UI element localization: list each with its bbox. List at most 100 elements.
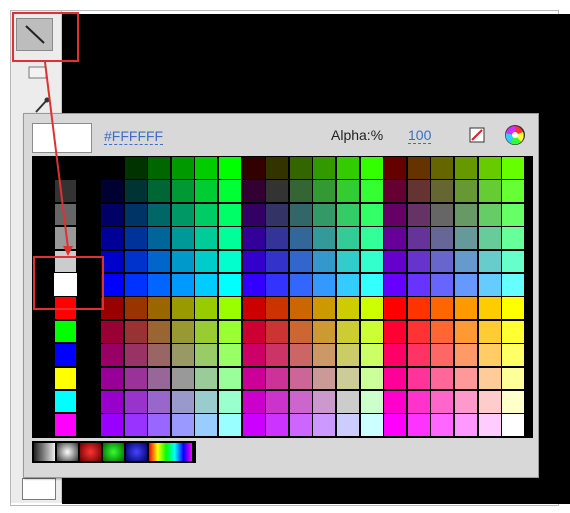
color-swatch[interactable]	[170, 296, 195, 321]
color-swatch[interactable]	[406, 390, 431, 414]
color-swatch[interactable]	[147, 343, 172, 368]
color-swatch[interactable]	[54, 179, 77, 203]
color-swatch[interactable]	[477, 226, 502, 251]
color-swatch[interactable]	[454, 296, 479, 321]
color-swatch[interactable]	[430, 249, 455, 274]
color-swatch[interactable]	[170, 366, 195, 391]
color-swatch[interactable]	[454, 319, 479, 344]
color-swatch[interactable]	[194, 202, 219, 227]
color-swatch[interactable]	[265, 249, 290, 274]
color-swatch[interactable]	[406, 249, 431, 274]
color-swatch[interactable]	[430, 390, 455, 414]
color-swatch[interactable]	[454, 366, 479, 391]
color-swatch[interactable]	[265, 390, 290, 414]
color-swatch[interactable]	[194, 296, 219, 321]
color-swatch[interactable]	[218, 296, 243, 321]
color-swatch[interactable]	[265, 343, 290, 368]
color-swatch[interactable]	[406, 156, 431, 180]
color-swatch[interactable]	[359, 249, 384, 274]
color-swatch[interactable]	[123, 319, 148, 344]
color-swatch[interactable]	[170, 156, 195, 180]
color-swatch[interactable]	[241, 179, 266, 204]
color-swatch[interactable]	[477, 319, 502, 344]
color-swatch[interactable]	[312, 343, 337, 368]
color-swatch[interactable]	[312, 390, 337, 414]
color-swatch[interactable]	[123, 366, 148, 391]
color-swatch[interactable]	[123, 273, 148, 297]
color-swatch[interactable]	[288, 319, 313, 344]
color-swatch[interactable]	[454, 202, 479, 227]
color-swatch[interactable]	[336, 366, 361, 391]
color-swatch[interactable]	[54, 202, 77, 227]
color-swatch[interactable]	[218, 179, 243, 204]
color-swatch[interactable]	[218, 156, 243, 180]
color-swatch[interactable]	[194, 343, 219, 368]
color-swatch[interactable]	[359, 343, 384, 368]
color-swatch[interactable]	[147, 179, 172, 204]
gradient-swatch[interactable]	[33, 442, 56, 462]
color-swatch[interactable]	[218, 343, 243, 368]
color-swatch[interactable]	[501, 156, 526, 180]
color-swatch[interactable]	[477, 202, 502, 227]
color-swatch[interactable]	[454, 226, 479, 251]
color-swatch[interactable]	[54, 319, 77, 344]
color-swatch[interactable]	[54, 413, 77, 437]
color-swatch[interactable]	[241, 319, 266, 344]
color-swatch[interactable]	[477, 249, 502, 274]
color-swatch[interactable]	[288, 202, 313, 227]
color-swatch[interactable]	[288, 273, 313, 297]
color-swatch[interactable]	[383, 273, 408, 297]
color-swatch[interactable]	[54, 343, 77, 367]
color-swatch[interactable]	[218, 202, 243, 227]
color-swatch[interactable]	[501, 179, 526, 204]
color-swatch[interactable]	[194, 156, 219, 180]
color-swatch[interactable]	[288, 413, 313, 438]
color-swatch[interactable]	[100, 366, 125, 391]
color-swatch[interactable]	[170, 249, 195, 274]
color-swatch[interactable]	[170, 179, 195, 204]
color-swatch[interactable]	[430, 226, 455, 251]
color-swatch[interactable]	[218, 226, 243, 251]
color-swatch[interactable]	[218, 273, 243, 297]
color-swatch[interactable]	[430, 296, 455, 321]
color-swatch[interactable]	[430, 179, 455, 204]
color-swatch[interactable]	[123, 202, 148, 227]
color-swatch[interactable]	[501, 226, 526, 251]
color-swatch[interactable]	[383, 249, 408, 274]
color-swatch[interactable]	[501, 343, 526, 368]
color-swatch[interactable]	[218, 249, 243, 274]
color-swatch[interactable]	[336, 413, 361, 438]
color-swatch[interactable]	[312, 202, 337, 227]
color-swatch[interactable]	[430, 319, 455, 344]
color-swatch[interactable]	[147, 366, 172, 391]
color-swatch[interactable]	[288, 179, 313, 204]
color-swatch[interactable]	[383, 296, 408, 321]
color-swatch[interactable]	[265, 156, 290, 180]
color-swatch[interactable]	[170, 413, 195, 438]
color-swatch[interactable]	[501, 413, 526, 438]
color-swatch[interactable]	[241, 413, 266, 438]
color-swatch[interactable]	[336, 296, 361, 321]
color-swatch[interactable]	[54, 156, 77, 180]
color-swatch[interactable]	[170, 202, 195, 227]
color-swatch[interactable]	[359, 273, 384, 297]
color-swatch[interactable]	[501, 202, 526, 227]
color-swatch[interactable]	[454, 273, 479, 297]
color-swatch[interactable]	[406, 273, 431, 297]
color-swatch[interactable]	[477, 366, 502, 391]
color-swatch[interactable]	[241, 226, 266, 251]
color-swatch[interactable]	[194, 319, 219, 344]
color-swatch[interactable]	[241, 296, 266, 321]
color-swatch[interactable]	[265, 366, 290, 391]
color-swatch[interactable]	[241, 343, 266, 368]
color-swatch[interactable]	[359, 296, 384, 321]
color-swatch[interactable]	[454, 390, 479, 414]
color-swatch[interactable]	[123, 296, 148, 321]
color-swatch[interactable]	[288, 296, 313, 321]
color-swatch[interactable]	[288, 156, 313, 180]
color-swatch[interactable]	[170, 319, 195, 344]
hex-color-input[interactable]: #FFFFFF	[104, 128, 164, 145]
color-swatch[interactable]	[54, 226, 77, 250]
color-swatch[interactable]	[383, 156, 408, 180]
color-swatch[interactable]	[312, 249, 337, 274]
